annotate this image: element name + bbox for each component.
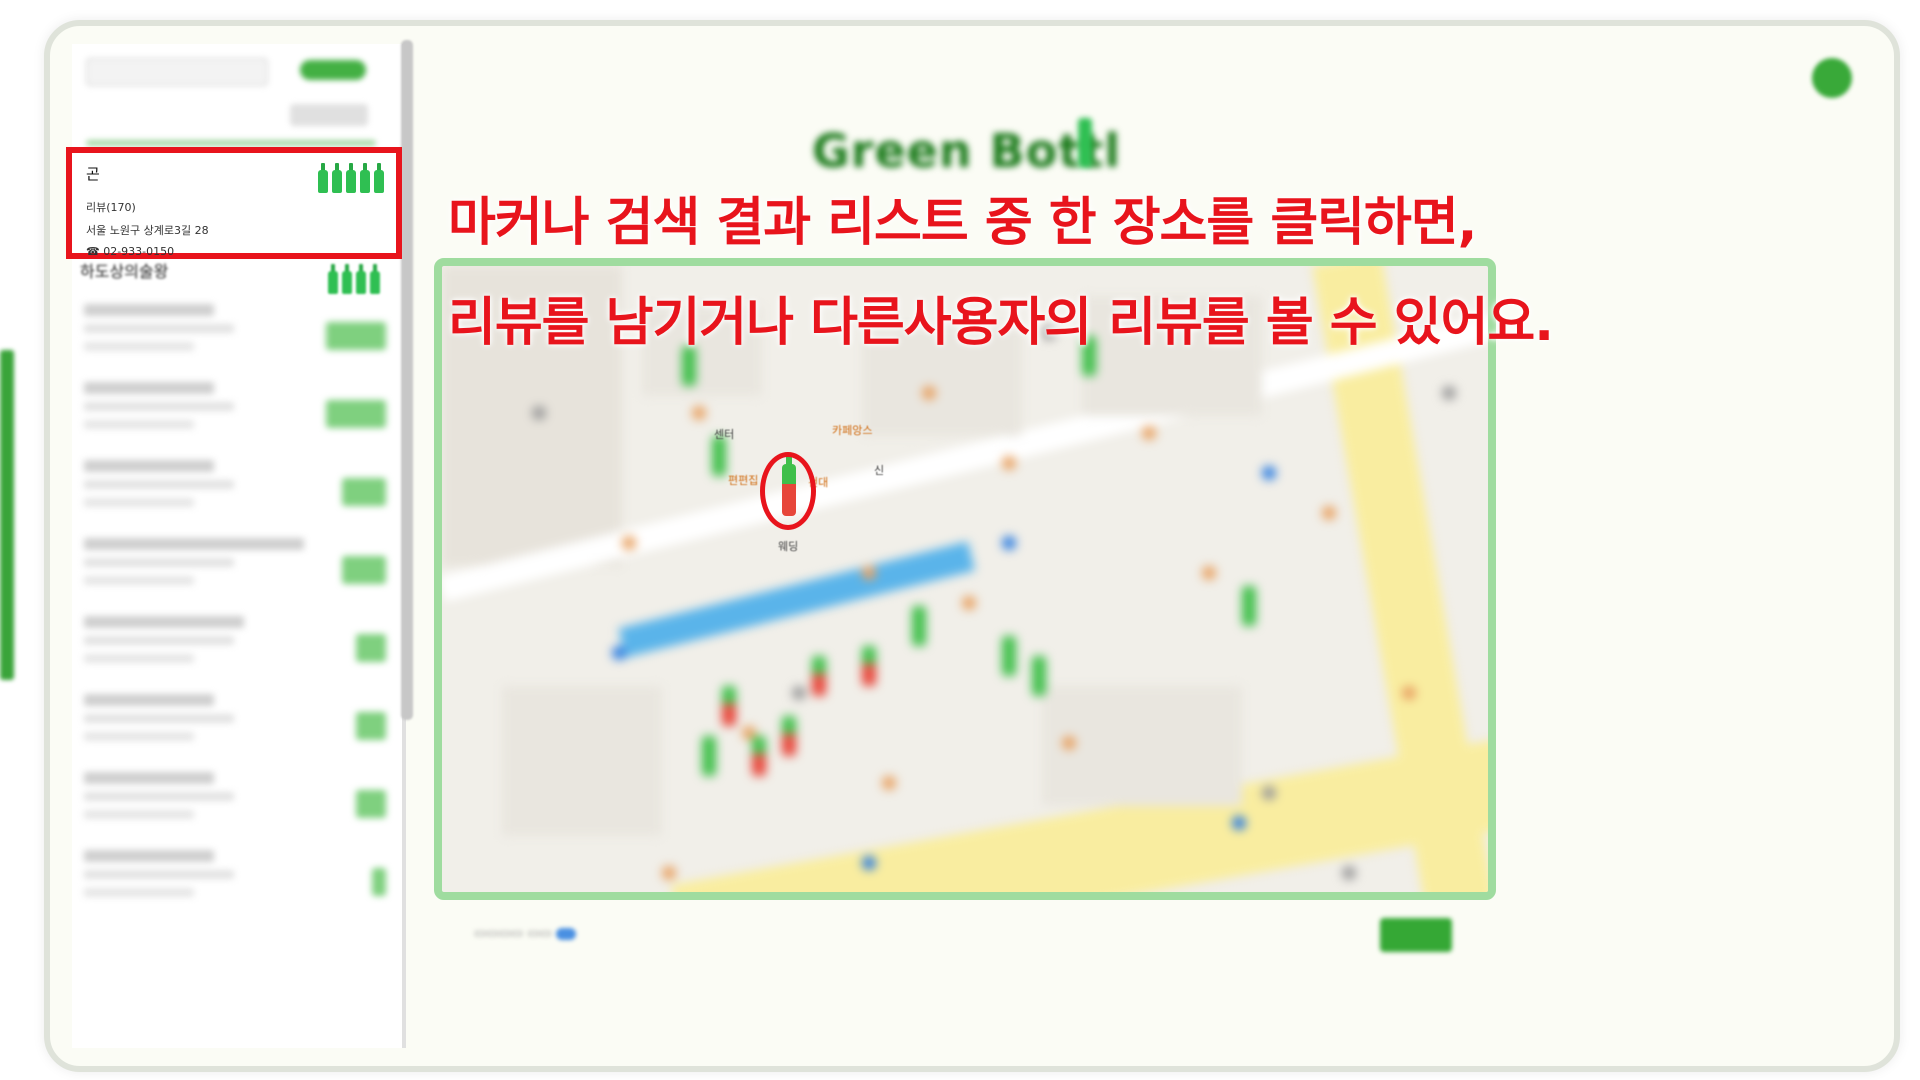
map-label: 웨딩 xyxy=(778,540,799,553)
filter-button[interactable] xyxy=(290,104,368,126)
list-item-title[interactable]: 하도상의술왕 xyxy=(80,258,168,282)
selected-marker-highlight xyxy=(760,452,816,530)
map-label: 신 xyxy=(874,464,885,477)
bottle-icon xyxy=(370,264,380,294)
map-label: 카페앙스 xyxy=(832,424,873,437)
bottle-icon xyxy=(342,264,352,294)
place-name: 곤 xyxy=(86,165,100,183)
selected-place-card[interactable]: 곤 리뷰(170) 서울 노원구 상계로3길 28 ☎ 02-933-0150 xyxy=(66,147,402,259)
result-list xyxy=(80,300,390,924)
bottle-icon xyxy=(374,163,384,193)
list-item[interactable] xyxy=(80,456,390,534)
sidebar-accent xyxy=(0,350,14,680)
list-item[interactable] xyxy=(80,378,390,456)
map-label: 센터 xyxy=(714,428,735,441)
search-input[interactable] xyxy=(86,58,268,86)
app-logo: Green Bottl xyxy=(812,124,1122,178)
logo-bottle-icon xyxy=(1078,118,1092,168)
tutorial-caption-line2: 리뷰를 남기거나 다른사용자의 리뷰를 볼 수 있어요. xyxy=(448,293,1554,353)
search-area xyxy=(80,52,380,147)
tutorial-caption-line1: 마커나 검색 결과 리스트 중 한 장소를 클릭하면, xyxy=(448,193,1477,253)
bottle-icon xyxy=(346,163,356,193)
list-item[interactable] xyxy=(80,768,390,846)
user-avatar[interactable] xyxy=(1812,58,1852,98)
map-background xyxy=(442,266,1488,892)
place-review-count: 리뷰(170) xyxy=(86,201,136,214)
place-phone: ☎ 02-933-0150 xyxy=(86,245,175,258)
bottle-icon xyxy=(318,163,328,193)
list-item[interactable] xyxy=(80,534,390,612)
bottle-icon xyxy=(356,264,366,294)
map-option-toggle[interactable] xyxy=(556,928,576,940)
map-label: 편편집 xyxy=(728,474,759,487)
sidebar-scrollbar[interactable] xyxy=(401,40,413,720)
place-address: 서울 노원구 상계로3길 28 xyxy=(86,224,209,237)
list-item[interactable] xyxy=(80,846,390,924)
list-item[interactable] xyxy=(80,612,390,690)
search-button[interactable] xyxy=(300,60,366,80)
list-item[interactable] xyxy=(80,300,390,378)
bottle-icon xyxy=(328,264,338,294)
map-action-button[interactable] xyxy=(1380,918,1452,952)
map-option-label: ▭▭▭▭ ▭▭ xyxy=(474,926,552,941)
search-underline xyxy=(86,140,376,146)
list-item[interactable] xyxy=(80,690,390,768)
bottle-icon xyxy=(332,163,342,193)
rating-bottles xyxy=(318,163,384,193)
list-item-rating xyxy=(328,264,380,294)
bottle-icon xyxy=(360,163,370,193)
